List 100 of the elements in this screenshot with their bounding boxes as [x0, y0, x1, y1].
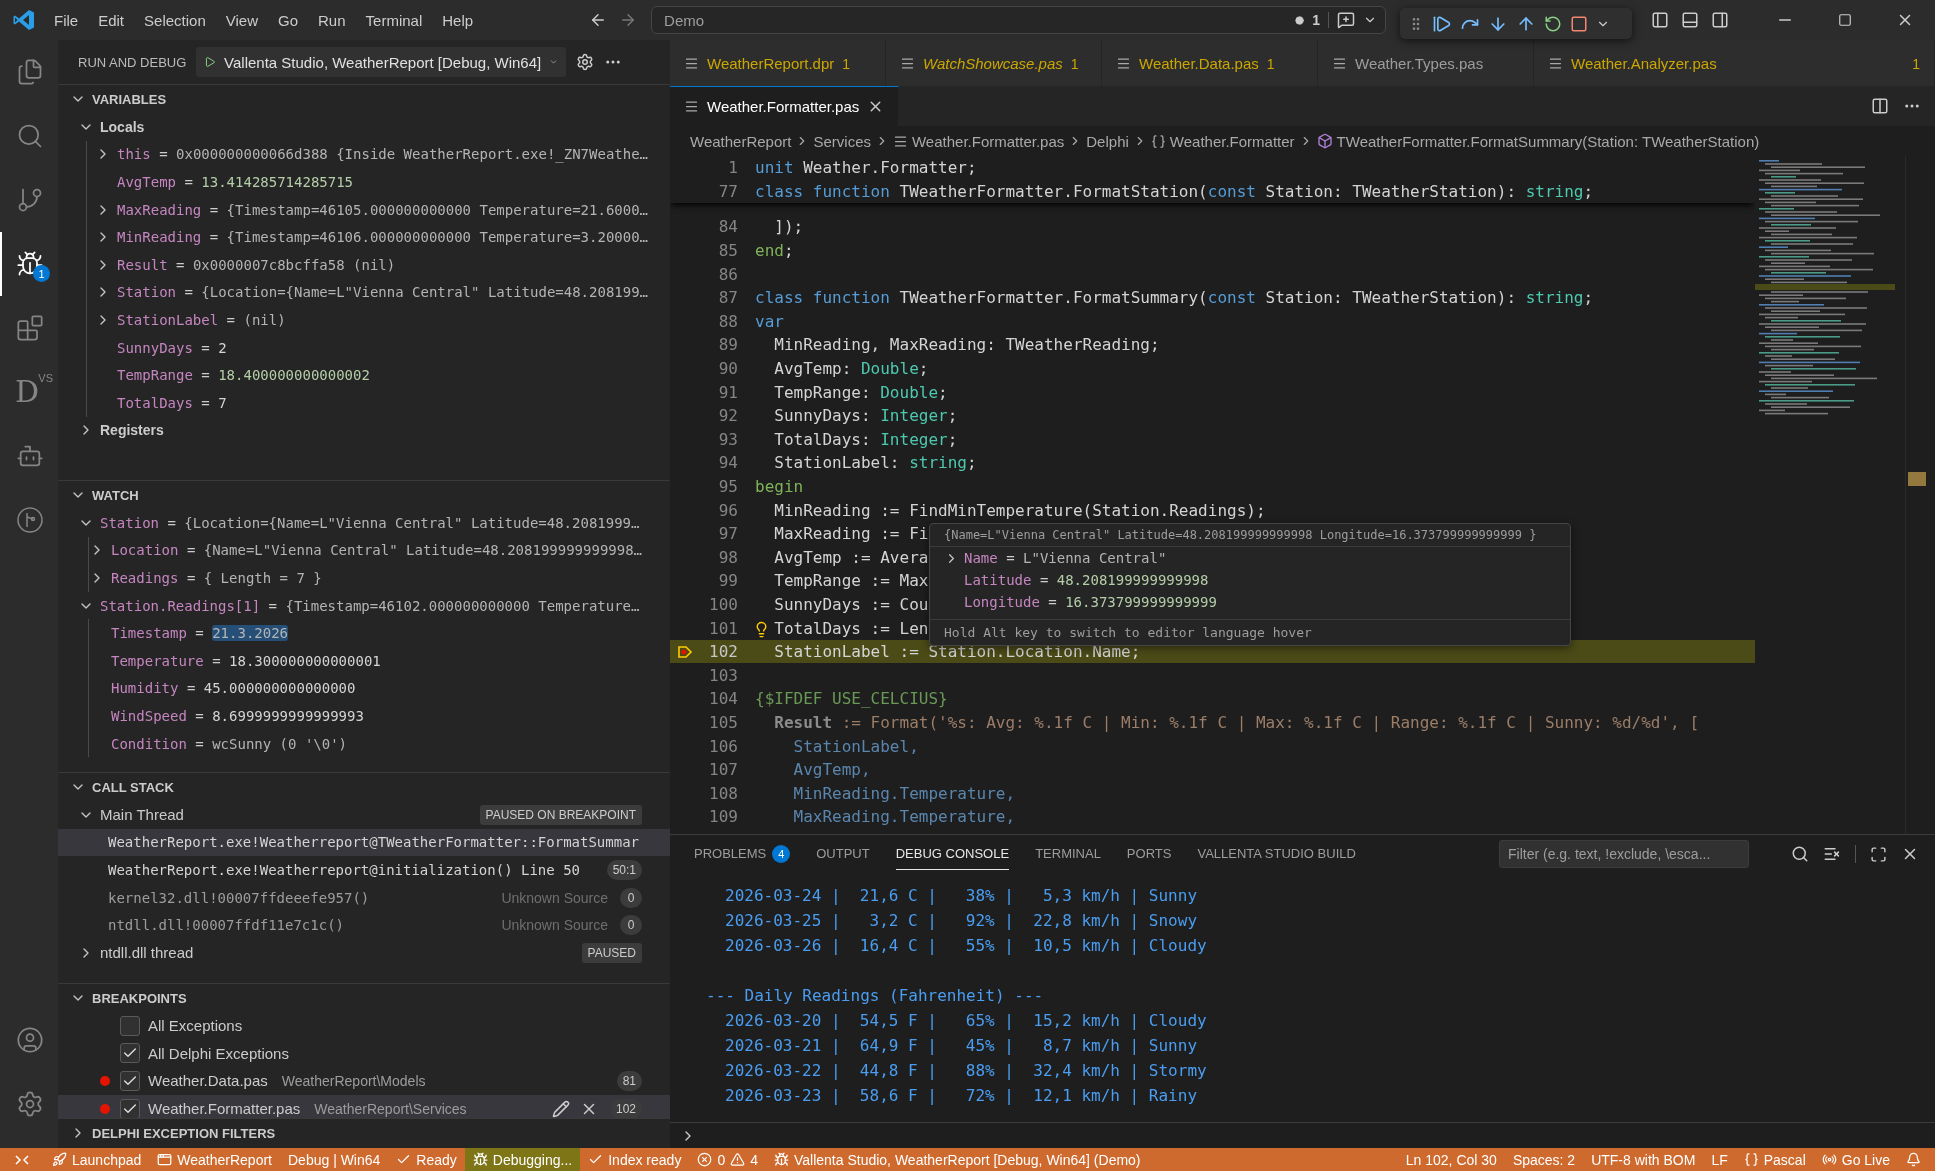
stop-icon[interactable] [1570, 14, 1588, 33]
thread-label[interactable]: Main Thread [100, 806, 184, 824]
thread-label[interactable]: ntdll.dll thread [100, 944, 194, 962]
menu-item[interactable]: Help [432, 11, 484, 29]
variable-entry[interactable]: this = 0x000000000066d388 {Inside WeatherReport.exe!_ZN7Weathe… [117, 146, 649, 163]
variable-entry[interactable]: Name = L"Vienna Central" [964, 550, 1167, 566]
variable-entry[interactable]: TotalDays = 7 [117, 394, 227, 411]
chat-icon[interactable] [1337, 11, 1356, 29]
section-title[interactable]: CALL STACK [92, 779, 174, 795]
stack-frame-row[interactable]: ntdll.dll!00007ffdf11e7c1c() Unknown Source 0 [58, 911, 670, 939]
breakpoint-row[interactable]: Weather.Data.pas WeatherReport\Models 81 [58, 1067, 670, 1095]
variable-entry[interactable]: Station = {Location={Name=L"Vienna Central" Latitude=48.2081999… [100, 514, 640, 531]
breadcrumb[interactable]: Weather.Formatter [1169, 132, 1295, 150]
checkbox[interactable] [120, 1098, 140, 1118]
variable-entry[interactable]: Temperature = 18.300000000000001 [111, 652, 381, 669]
variable-entry[interactable]: Result = 0x0000007c8bcffa58 (nil) [117, 256, 396, 273]
variable-entry[interactable]: Longitude = 16.373799999999999 [964, 594, 1217, 610]
status-item[interactable]: UTF-8 with BOM [1591, 1151, 1696, 1168]
panel-tab[interactable]: PROBLEMS 4 [694, 836, 791, 872]
section-title[interactable]: BREAKPOINTS [92, 990, 187, 1006]
status-item[interactable]: Ready [416, 1151, 457, 1168]
breadcrumb[interactable]: TWeatherFormatter.FormatSummary(Station: TWeatherStation) [1336, 132, 1760, 150]
editor-tab[interactable]: WeatherReport.dpr 1 [670, 40, 886, 86]
variable-entry[interactable]: TempRange = 18.400000000000002 [117, 367, 370, 384]
editor-tab[interactable]: Weather.Data.pas 1 [1102, 40, 1318, 86]
breadcrumb[interactable]: Services [813, 132, 871, 150]
status-item[interactable]: Spaces: 2 [1512, 1151, 1576, 1168]
panel-tab[interactable]: DEBUG CONSOLE [895, 838, 1010, 870]
status-item[interactable]: Ln 102, Col 30 [1405, 1151, 1497, 1168]
menu-item[interactable]: Edit [88, 11, 135, 29]
variable-entry[interactable]: Latitude = 48.208199999999998 [964, 572, 1209, 588]
settings-icon[interactable] [576, 53, 595, 71]
status-item[interactable]: Debug | Win64 [288, 1151, 381, 1168]
panel-tab[interactable]: TERMINAL [1035, 838, 1101, 870]
editor-tab[interactable]: Weather.Types.pas [1318, 40, 1534, 86]
breadcrumb[interactable]: Weather.Formatter.pas [912, 132, 1065, 150]
restart-icon[interactable] [1544, 14, 1562, 33]
variable-entry[interactable]: Humidity = 45.000000000000000 [111, 680, 356, 697]
checkbox[interactable] [120, 1015, 140, 1036]
error-count[interactable]: 0 [717, 1151, 726, 1168]
editor-tab[interactable]: Weather.Analyzer.pas 1 [1534, 40, 1935, 86]
scope-label[interactable]: Locals [100, 118, 145, 135]
breakpoint-row[interactable]: All Exceptions [58, 1012, 670, 1040]
stack-frame-row[interactable]: WeatherReport.exe!Weatherreport@TWeatherFormatter::FormatSummar [58, 828, 670, 857]
cube-icon [1316, 133, 1333, 149]
section-title[interactable]: DELPHI EXCEPTION FILTERS [92, 1125, 276, 1141]
variable-entry[interactable]: Location = {Name=L"Vienna Central" Latitude=48.208199999999998… [111, 542, 643, 559]
menu-item[interactable]: File [44, 11, 89, 29]
stack-frame-row[interactable]: kernel32.dll!00007ffdeeefe957() Unknown Source 0 [58, 883, 670, 912]
status-item[interactable]: WeatherReport [177, 1151, 272, 1168]
menu-item[interactable]: Terminal [355, 11, 433, 29]
split-editor-icon[interactable] [1871, 97, 1889, 115]
section-title[interactable]: VARIABLES [92, 91, 167, 107]
variable-entry[interactable]: Station.Readings[1] = {Timestamp=46102.000000000000 Temperature… [100, 597, 640, 614]
stack-frame-row[interactable]: WeatherReport.exe!Weatherreport@initialization() Line 50 50:1 [58, 856, 670, 884]
clear-list-icon[interactable] [1823, 845, 1841, 863]
section-title[interactable]: WATCH [92, 487, 139, 503]
menu-item[interactable]: Selection [134, 11, 216, 29]
variable-entry[interactable]: SunnyDays = 2 [117, 339, 227, 356]
status-item[interactable]: Debugging... [492, 1151, 573, 1168]
breadcrumb[interactable]: WeatherReport [690, 132, 792, 150]
editor-tab[interactable]: WatchShowcase.pas 1 [886, 40, 1102, 86]
edit-icon[interactable] [551, 1099, 570, 1118]
variable-entry[interactable]: AvgTemp = 13.414285714285715 [117, 174, 354, 190]
panel-tab[interactable]: VALLENTA STUDIO BUILD [1197, 838, 1356, 870]
menu-item[interactable]: Go [268, 11, 308, 29]
breakpoint-row[interactable]: All Delphi Exceptions [58, 1039, 670, 1068]
variable-entry[interactable]: Timestamp = 21.3.2026 [111, 625, 289, 642]
breakpoint-row[interactable]: Weather.Formatter.pas WeatherReport\Services 102 [58, 1094, 670, 1118]
breadcrumb[interactable]: Delphi [1086, 132, 1129, 150]
launch-config-dropdown[interactable]: Vallenta Studio, WeatherReport [Debug, Win64] [196, 47, 567, 77]
variable-entry[interactable]: MaxReading = {Timestamp=46105.000000000000 Temperature=21.6000… [117, 201, 649, 218]
editor-tab[interactable]: Weather.Formatter.pas [670, 86, 900, 126]
panel-tab[interactable]: OUTPUT [816, 838, 870, 870]
panel-tab[interactable]: PORTS [1126, 838, 1172, 870]
status-item[interactable]: Go Live [1841, 1151, 1890, 1168]
variable-entry[interactable]: Readings = { Length = 7 } [111, 570, 322, 586]
maximize-icon[interactable] [1870, 845, 1887, 863]
menu-item[interactable]: Run [308, 11, 356, 29]
continue-icon[interactable] [1432, 13, 1452, 34]
variable-entry[interactable]: Condition = wcSunny (0 '\0') [111, 735, 348, 752]
scope-label[interactable]: Registers [100, 422, 164, 439]
checkbox[interactable] [120, 1071, 140, 1091]
status-item[interactable]: LF [1711, 1151, 1728, 1168]
variable-entry[interactable]: MinReading = {Timestamp=46106.000000000000 Temperature=3.20000… [117, 229, 649, 246]
status-item-highlighted[interactable]: Debugging... [464, 1148, 581, 1171]
filter-field[interactable]: Filter (e.g. text, !exclude, \esca... [1499, 840, 1749, 868]
status-item[interactable]: Index ready [608, 1151, 682, 1168]
warning-count[interactable]: 4 [750, 1151, 758, 1168]
bell-icon[interactable] [1906, 1152, 1921, 1167]
variable-entry[interactable]: StationLabel = (nil) [117, 311, 286, 328]
command-center[interactable]: Demo 1 [651, 6, 1387, 34]
search-icon[interactable] [1791, 845, 1809, 863]
status-item[interactable]: Pascal [1763, 1151, 1806, 1168]
status-item[interactable]: Launchpad [72, 1151, 142, 1168]
menu-item[interactable]: View [215, 11, 268, 29]
variable-entry[interactable]: WindSpeed = 8.6999999999999993 [111, 707, 364, 724]
variable-entry[interactable]: Station = {Location={Name=L"Vienna Central" Latitude=48.208199… [117, 284, 649, 301]
checkbox[interactable] [120, 1043, 140, 1064]
status-item[interactable]: Vallenta Studio, WeatherReport [Debug, Win64] (Demo) [794, 1151, 1141, 1168]
